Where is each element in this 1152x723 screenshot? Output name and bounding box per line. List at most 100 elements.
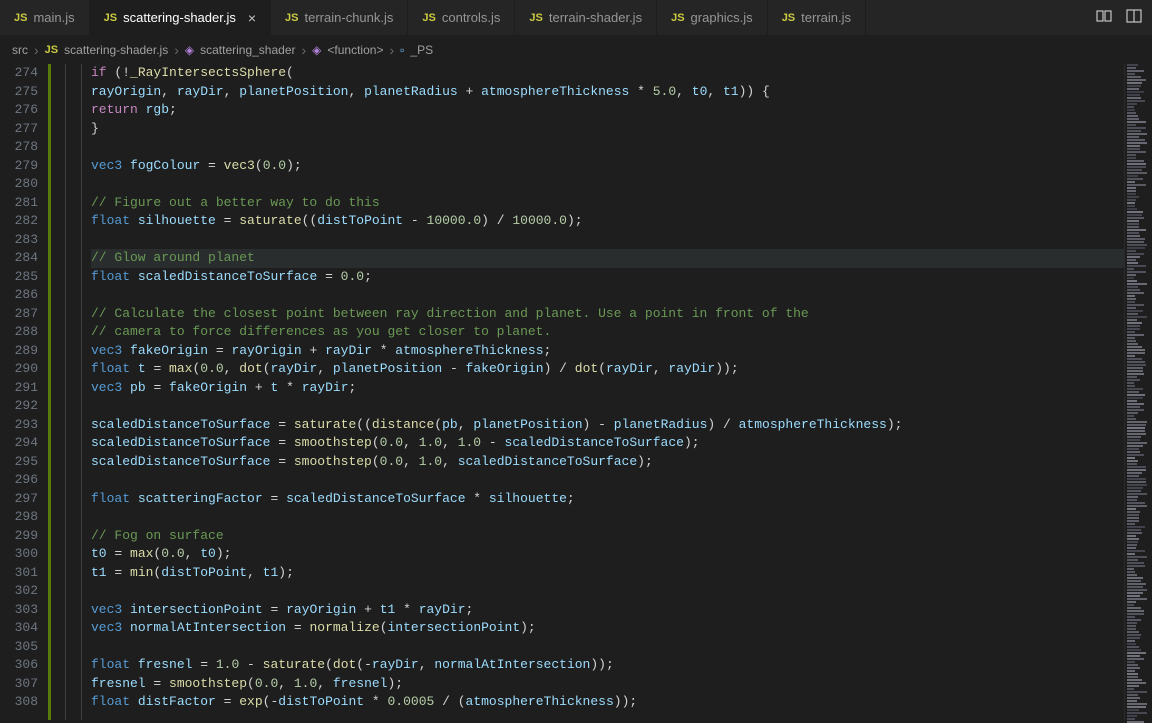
code-line[interactable]: float distFactor = exp(-distToPoint * 0.… <box>91 693 1124 712</box>
symbol-icon: ▫ <box>400 43 404 57</box>
code-line[interactable]: vec3 intersectionPoint = rayOrigin + t1 … <box>91 601 1124 620</box>
tab-main-js[interactable]: JS main.js <box>0 0 90 35</box>
code-line[interactable] <box>91 231 1124 250</box>
code-line[interactable]: // Fog on surface <box>91 527 1124 546</box>
tab-scattering-shader-js[interactable]: JS scattering-shader.js × <box>90 0 271 35</box>
line-gutter: 2742752762772782792802812822832842852862… <box>0 64 48 720</box>
tab-controls-js[interactable]: JS controls.js <box>408 0 515 35</box>
line-number: 300 <box>0 545 38 564</box>
line-number: 302 <box>0 582 38 601</box>
line-number: 306 <box>0 656 38 675</box>
code-line[interactable]: float scaledDistanceToSurface = 0.0; <box>91 268 1124 287</box>
editor[interactable]: 2742752762772782792802812822832842852862… <box>0 64 1152 720</box>
js-icon: JS <box>529 12 542 24</box>
js-icon: JS <box>104 12 117 24</box>
breadcrumb-folder[interactable]: src <box>12 43 28 57</box>
line-number: 297 <box>0 490 38 509</box>
breadcrumb-symbol[interactable]: <function> <box>327 43 383 57</box>
code-line[interactable]: // Calculate the closest point between r… <box>91 305 1124 324</box>
minimap-content <box>1127 64 1150 720</box>
code-line[interactable] <box>91 175 1124 194</box>
code-line[interactable]: float fresnel = 1.0 - saturate(dot(-rayD… <box>91 656 1124 675</box>
chevron-right-icon: › <box>389 42 394 58</box>
symbol-icon: ◈ <box>185 43 194 57</box>
code-line[interactable]: return rgb; <box>91 101 1124 120</box>
code-line[interactable]: // Glow around planet <box>91 249 1124 268</box>
code-line[interactable] <box>91 471 1124 490</box>
breadcrumb-file[interactable]: scattering-shader.js <box>64 43 168 57</box>
code-line[interactable] <box>91 508 1124 527</box>
close-icon[interactable]: × <box>248 10 256 26</box>
code-line[interactable]: // camera to force differences as you ge… <box>91 323 1124 342</box>
js-icon: JS <box>45 44 58 56</box>
tab-terrain-js[interactable]: JSterrain.js <box>768 0 866 35</box>
minimap[interactable] <box>1124 64 1152 720</box>
line-number: 291 <box>0 379 38 398</box>
code-line[interactable]: scaledDistanceToSurface = saturate((dist… <box>91 416 1124 435</box>
code-line[interactable]: rayOrigin, rayDir, planetPosition, plane… <box>91 83 1124 102</box>
code-line[interactable] <box>91 638 1124 657</box>
code-line[interactable]: t0 = max(0.0, t0); <box>91 545 1124 564</box>
line-number: 289 <box>0 342 38 361</box>
code-area[interactable]: if (!_RayIntersectsSphere(rayOrigin, ray… <box>91 64 1124 720</box>
line-number: 279 <box>0 157 38 176</box>
tab-graphics-js[interactable]: JSgraphics.js <box>657 0 768 35</box>
split-icon[interactable] <box>1126 8 1142 28</box>
js-icon: JS <box>14 12 27 24</box>
code-line[interactable]: vec3 fogColour = vec3(0.0); <box>91 157 1124 176</box>
tab-label: main.js <box>33 10 74 25</box>
symbol-icon: ◈ <box>312 43 321 57</box>
code-line[interactable]: } <box>91 120 1124 139</box>
code-line[interactable] <box>91 397 1124 416</box>
line-number: 298 <box>0 508 38 527</box>
tab-label: scattering-shader.js <box>123 10 236 25</box>
tab-label: terrain-chunk.js <box>305 10 394 25</box>
line-number: 303 <box>0 601 38 620</box>
code-line[interactable]: scaledDistanceToSurface = smoothstep(0.0… <box>91 453 1124 472</box>
line-number: 288 <box>0 323 38 342</box>
line-number: 275 <box>0 83 38 102</box>
code-line[interactable]: t1 = min(distToPoint, t1); <box>91 564 1124 583</box>
js-icon: JS <box>285 12 298 24</box>
code-line[interactable]: vec3 normalAtIntersection = normalize(in… <box>91 619 1124 638</box>
code-line[interactable]: fresnel = smoothstep(0.0, 1.0, fresnel); <box>91 675 1124 694</box>
code-line[interactable]: vec3 pb = fakeOrigin + t * rayDir; <box>91 379 1124 398</box>
line-number: 286 <box>0 286 38 305</box>
js-icon: JS <box>671 12 684 24</box>
code-line[interactable]: // Figure out a better way to do this <box>91 194 1124 213</box>
code-line[interactable]: vec3 fakeOrigin = rayOrigin + rayDir * a… <box>91 342 1124 361</box>
tab-terrain-shader-js[interactable]: JS terrain-shader.js <box>515 0 657 35</box>
breadcrumb-symbol[interactable]: _PS <box>410 43 433 57</box>
breadcrumb-symbol[interactable]: scattering_shader <box>200 43 295 57</box>
compare-icon[interactable] <box>1096 8 1112 28</box>
line-number: 274 <box>0 64 38 83</box>
js-icon: JS <box>782 12 795 24</box>
js-icon: JS <box>422 12 435 24</box>
tab-actions <box>1086 0 1152 35</box>
line-number: 308 <box>0 693 38 712</box>
chevron-right-icon: › <box>174 42 179 58</box>
code-line[interactable] <box>91 286 1124 305</box>
tab-terrain-chunk-js[interactable]: JS terrain-chunk.js <box>271 0 408 35</box>
breadcrumb[interactable]: src › JS scattering-shader.js › ◈ scatte… <box>0 36 1152 64</box>
chevron-right-icon: › <box>302 42 307 58</box>
line-number: 299 <box>0 527 38 546</box>
chevron-right-icon: › <box>34 42 39 58</box>
line-number: 296 <box>0 471 38 490</box>
code-line[interactable] <box>91 582 1124 601</box>
tab-label: terrain-shader.js <box>549 10 642 25</box>
line-number: 307 <box>0 675 38 694</box>
tab-label: controls.js <box>442 10 501 25</box>
tab-bar: JSmain.jsJSscattering-shader.js×JSterrai… <box>0 0 1152 36</box>
code-line[interactable] <box>91 138 1124 157</box>
line-number: 282 <box>0 212 38 231</box>
line-number: 281 <box>0 194 38 213</box>
fold-strip <box>51 64 91 720</box>
line-number: 293 <box>0 416 38 435</box>
code-line[interactable]: float silhouette = saturate((distToPoint… <box>91 212 1124 231</box>
code-line[interactable]: float scatteringFactor = scaledDistanceT… <box>91 490 1124 509</box>
code-line[interactable]: if (!_RayIntersectsSphere( <box>91 64 1124 83</box>
code-line[interactable]: float t = max(0.0, dot(rayDir, planetPos… <box>91 360 1124 379</box>
code-line[interactable]: scaledDistanceToSurface = smoothstep(0.0… <box>91 434 1124 453</box>
line-number: 277 <box>0 120 38 139</box>
